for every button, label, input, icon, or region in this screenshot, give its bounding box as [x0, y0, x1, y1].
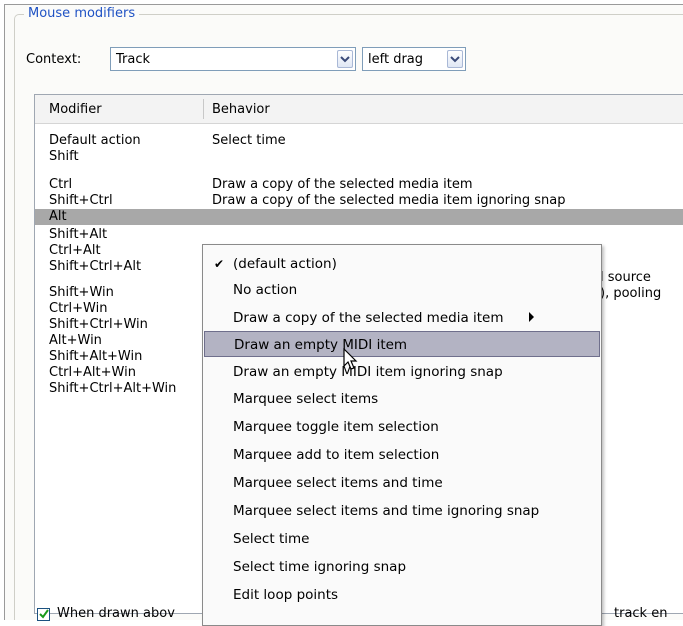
context-select[interactable]: Track: [110, 47, 356, 71]
clipped-behavior-text: ), pooling: [600, 286, 662, 301]
action-select[interactable]: left drag: [362, 47, 466, 71]
when-drawn-checkbox[interactable]: [37, 608, 50, 621]
table-row[interactable]: Ctrl Draw a copy of the selected media it…: [35, 177, 683, 193]
list-header: Modifier Behavior: [35, 95, 683, 124]
menu-item-edit-loop-points[interactable]: Edit loop points: [204, 582, 600, 608]
action-select-value: left drag: [368, 52, 424, 67]
column-divider[interactable]: [203, 99, 204, 119]
menu-item-draw-copy-submenu[interactable]: Draw a copy of the selected media item: [204, 305, 600, 331]
menu-item-no-action[interactable]: No action: [204, 277, 600, 303]
menu-item-select-time[interactable]: Select time: [204, 526, 600, 552]
checkmark-icon: ✔: [214, 257, 225, 271]
menu-item-marquee-toggle[interactable]: Marquee toggle item selection: [204, 414, 600, 440]
group-title: Mouse modifiers: [24, 6, 140, 21]
menu-item-default-action[interactable]: ✔ (default action): [204, 251, 600, 277]
menu-item-select-time-ignore-snap[interactable]: Select time ignoring snap: [204, 554, 600, 580]
table-row[interactable]: Shift: [35, 149, 683, 165]
submenu-arrow-icon: [529, 312, 534, 322]
column-header-behavior[interactable]: Behavior: [212, 102, 270, 117]
context-label: Context:: [26, 52, 82, 67]
chevron-down-icon: [340, 56, 350, 63]
context-select-value: Track: [116, 52, 151, 67]
checkmark-icon: [39, 609, 49, 619]
mouse-cursor-icon: [343, 348, 358, 370]
table-row[interactable]: Default action Select time: [35, 133, 683, 149]
menu-item-draw-empty-midi[interactable]: Draw an empty MIDI item: [204, 331, 600, 357]
clipped-behavior-text: l source: [600, 270, 651, 285]
menu-item-marquee-select[interactable]: Marquee select items: [204, 386, 600, 412]
chevron-down-icon: [450, 56, 460, 63]
table-row[interactable]: Shift+Ctrl Draw a copy of the selected me…: [35, 193, 683, 209]
context-dropdown-button[interactable]: [337, 50, 353, 68]
behavior-context-menu: ✔ (default action) No action Draw a copy…: [202, 244, 602, 626]
menu-item-marquee-add[interactable]: Marquee add to item selection: [204, 442, 600, 468]
action-dropdown-button[interactable]: [447, 50, 463, 68]
menu-item-marquee-select-time[interactable]: Marquee select items and time: [204, 470, 600, 496]
table-row[interactable]: Shift+Alt: [35, 227, 683, 243]
menu-item-draw-empty-midi-ignore-snap[interactable]: Draw an empty MIDI item ignoring snap: [204, 359, 600, 385]
menu-item-marquee-select-time-ignore-snap[interactable]: Marquee select items and time ignoring s…: [204, 498, 600, 524]
column-header-modifier[interactable]: Modifier: [49, 102, 102, 117]
table-row-selected[interactable]: Alt: [35, 209, 683, 225]
